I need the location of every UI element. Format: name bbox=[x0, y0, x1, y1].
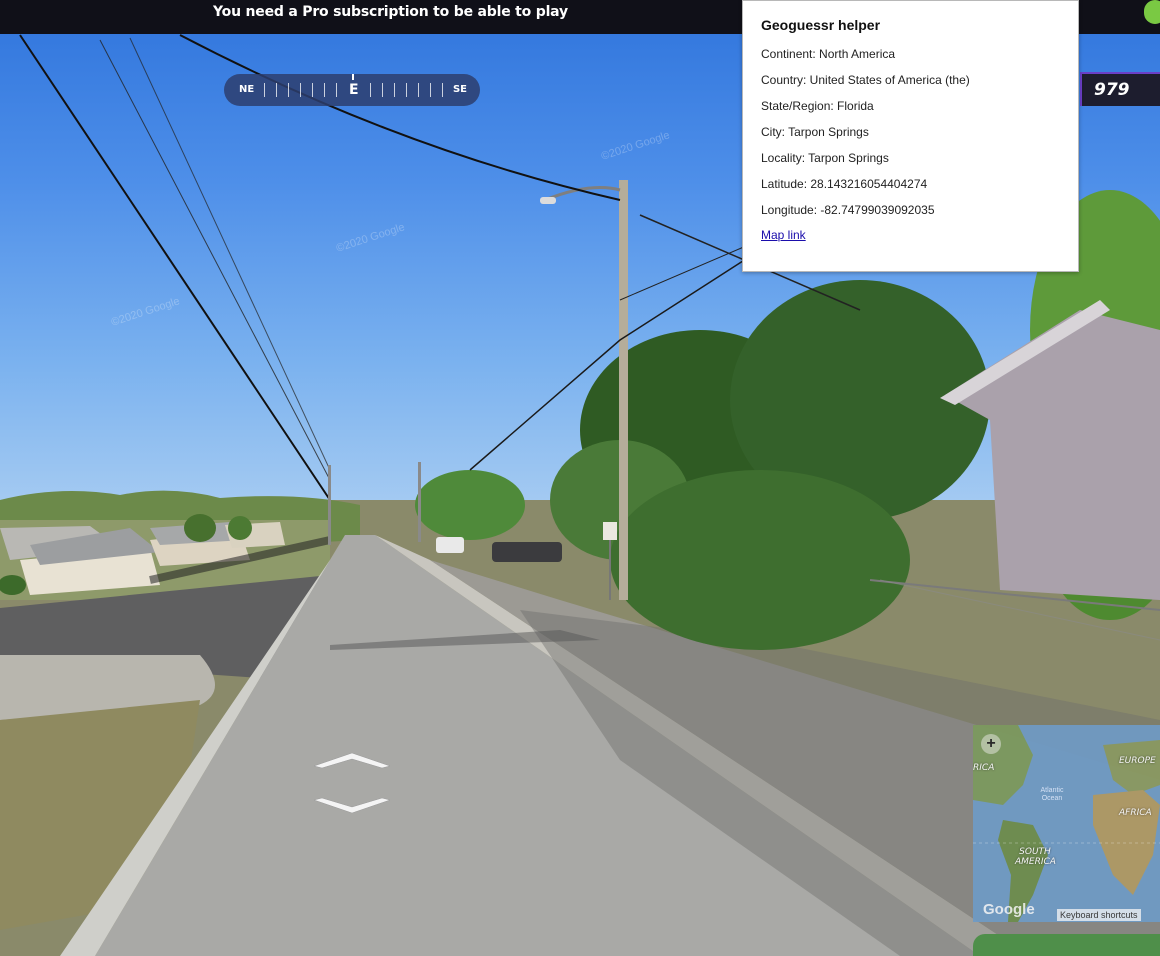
map-label-south-america: SOUTH AMERICA bbox=[1015, 847, 1056, 867]
geoguessr-helper-panel: Geoguessr helper Continent: North Americ… bbox=[742, 0, 1079, 272]
map-label-north-america: RICA bbox=[973, 763, 995, 773]
helper-country: Country: United States of America (the) bbox=[761, 73, 970, 87]
helper-title: Geoguessr helper bbox=[761, 17, 881, 33]
guess-button[interactable] bbox=[973, 934, 1160, 956]
helper-city: City: Tarpon Springs bbox=[761, 125, 869, 139]
compass[interactable]: NE E SE bbox=[224, 74, 480, 106]
google-logo: Google bbox=[983, 901, 1035, 918]
guess-minimap[interactable]: + RICA EUROPE Atlantic Ocean AFRICA SOUT… bbox=[973, 725, 1160, 922]
keyboard-shortcuts-link[interactable]: Keyboard shortcuts bbox=[1057, 909, 1141, 921]
helper-longitude: Longitude: -82.74799039092035 bbox=[761, 203, 935, 217]
zoom-in-button[interactable]: + bbox=[981, 734, 1001, 754]
helper-locality: Locality: Tarpon Springs bbox=[761, 151, 889, 165]
map-link[interactable]: Map link bbox=[761, 228, 806, 242]
helper-continent: Continent: North America bbox=[761, 47, 896, 61]
score-badge: 979 bbox=[1080, 72, 1160, 106]
map-label-atlantic-ocean: Atlantic Ocean bbox=[1040, 787, 1064, 802]
move-backward-arrow-icon[interactable] bbox=[310, 796, 394, 816]
toggle-icon[interactable] bbox=[1144, 0, 1160, 24]
helper-latitude: Latitude: 28.143216054404274 bbox=[761, 177, 928, 191]
move-forward-arrow-icon[interactable] bbox=[310, 750, 394, 770]
helper-state: State/Region: Florida bbox=[761, 99, 874, 113]
pro-subscription-message: You need a Pro subscription to be able t… bbox=[213, 4, 568, 20]
map-label-africa: AFRICA bbox=[1119, 808, 1152, 818]
map-label-europe: EUROPE bbox=[1119, 756, 1156, 766]
compass-direction-left: NE bbox=[239, 84, 255, 95]
compass-direction-right: SE bbox=[452, 84, 467, 95]
score-value: 979 bbox=[1094, 80, 1130, 100]
compass-direction-center: E bbox=[349, 82, 359, 98]
world-map-graphic bbox=[973, 725, 1160, 922]
